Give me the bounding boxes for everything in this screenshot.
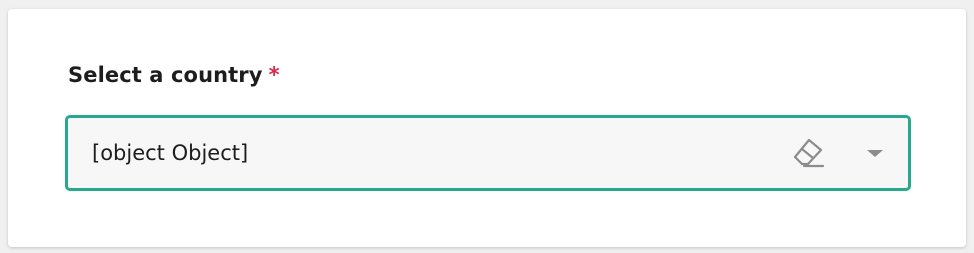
field-label-text: Select a country bbox=[68, 63, 263, 87]
country-select[interactable]: [object Object] bbox=[65, 115, 911, 191]
field-label: Select a country * bbox=[68, 63, 280, 87]
dropdown-toggle[interactable] bbox=[860, 138, 890, 168]
required-marker: * bbox=[268, 63, 280, 87]
selected-value: [object Object] bbox=[92, 141, 249, 165]
chevron-down-icon bbox=[867, 149, 883, 157]
form-card: Select a country * [object Object] bbox=[8, 9, 966, 247]
clear-selection-button[interactable] bbox=[789, 136, 827, 170]
eraser-icon bbox=[793, 138, 825, 168]
